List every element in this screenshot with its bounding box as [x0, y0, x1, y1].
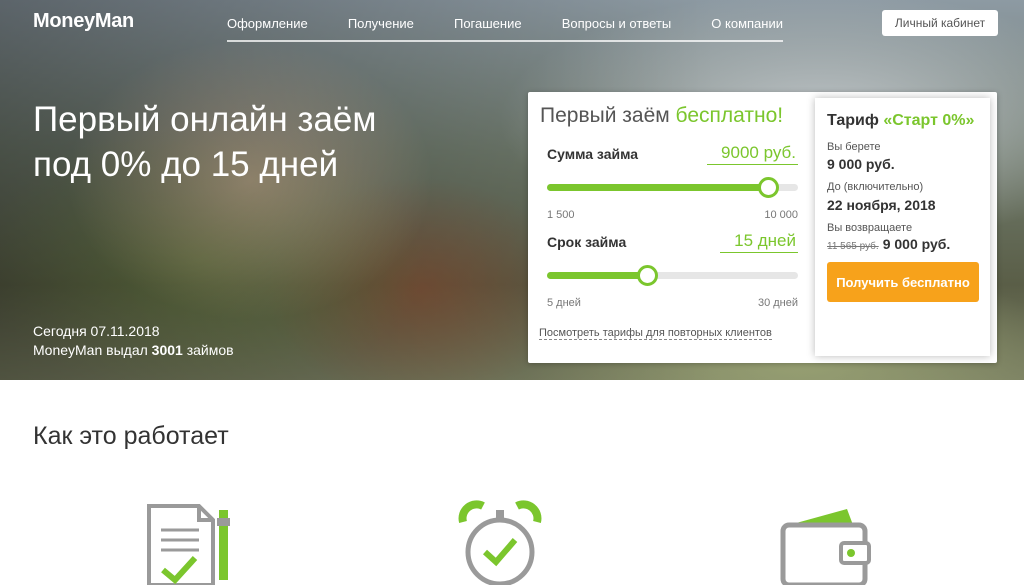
tariff-card: Тариф «Старт 0%» Вы берете 9 000 руб. До…: [815, 98, 990, 356]
repeat-clients-tariffs-link[interactable]: Посмотреть тарифы для повторных клиентов: [539, 327, 772, 340]
stats-prefix: MoneyMan выдал: [33, 342, 148, 358]
term-value-input[interactable]: 15 дней: [720, 231, 798, 253]
nav-item-about[interactable]: О компании: [711, 16, 783, 40]
calculator-title-accent: бесплатно!: [675, 104, 784, 127]
nav-item-repayment[interactable]: Погашение: [454, 16, 522, 40]
personal-cabinet-button[interactable]: Личный кабинет: [882, 10, 998, 36]
term-slider-handle[interactable]: [637, 265, 659, 286]
return-value: 9 000 руб.: [882, 236, 951, 252]
take-label: Вы берете: [827, 141, 881, 153]
nav-item-registration[interactable]: Оформление: [227, 16, 308, 40]
term-slider-fill: [547, 272, 648, 279]
logo[interactable]: MoneyMan: [33, 10, 134, 33]
term-label: Срок займа: [547, 234, 627, 250]
term-min-label: 5 дней: [547, 297, 581, 309]
tariff-title: Тариф «Старт 0%»: [827, 112, 974, 130]
stats-count: 3001: [151, 342, 183, 358]
wallet-icon: [780, 509, 871, 585]
calculator-title-main: Первый заём: [540, 104, 670, 127]
amount-slider-block: Сумма займа 9000 руб. 1 500 10 000: [547, 143, 798, 226]
hero-title-line1: Первый онлайн заём: [33, 100, 377, 139]
document-check-icon: [147, 504, 230, 585]
hero-title-line2: под 0% до 15 дней: [33, 145, 339, 184]
return-label: Вы возвращаете: [827, 222, 913, 234]
hero-title: Первый онлайн заём под 0% до 15 дней: [33, 97, 473, 187]
amount-slider-fill: [547, 184, 769, 191]
amount-slider-handle[interactable]: [758, 177, 780, 198]
loan-stats: Сегодня 07.11.2018 MoneyMan выдал 3001 з…: [33, 322, 234, 360]
nav-item-receiving[interactable]: Получение: [348, 16, 414, 40]
return-old-value: 11 565 руб.: [827, 241, 879, 252]
term-max-label: 30 дней: [757, 297, 798, 309]
get-free-loan-button[interactable]: Получить бесплатно: [827, 262, 979, 302]
term-slider-track[interactable]: [547, 265, 798, 286]
take-value: 9 000 руб.: [827, 156, 895, 172]
nav-item-faq[interactable]: Вопросы и ответы: [562, 16, 671, 40]
how-it-works-title: Как это работает: [33, 422, 229, 450]
stats-date: Сегодня 07.11.2018: [33, 323, 160, 339]
amount-value-input[interactable]: 9000 руб.: [707, 143, 798, 165]
amount-min-label: 1 500: [547, 209, 575, 221]
tariff-title-prefix: Тариф: [827, 112, 879, 129]
main-nav: Оформление Получение Погашение Вопросы и…: [227, 16, 783, 42]
return-value-line: 11 565 руб. 9 000 руб.: [827, 236, 950, 252]
term-slider-block: Срок займа 15 дней 5 дней 30 дней: [547, 231, 798, 314]
until-value: 22 ноября, 2018: [827, 197, 936, 213]
tariff-title-name: «Старт 0%»: [883, 112, 975, 129]
stats-count-line: MoneyMan выдал 3001 займов: [33, 341, 234, 360]
stats-suffix: займов: [186, 342, 234, 358]
amount-slider-track[interactable]: [547, 177, 798, 198]
calculator-title: Первый заём бесплатно!: [540, 104, 783, 128]
alarm-clock-icon: [458, 500, 542, 585]
until-label: До (включительно): [827, 181, 924, 193]
amount-max-label: 10 000: [764, 209, 798, 221]
hero-banner: MoneyMan Оформление Получение Погашение …: [0, 0, 1024, 380]
amount-label: Сумма займа: [547, 146, 639, 162]
